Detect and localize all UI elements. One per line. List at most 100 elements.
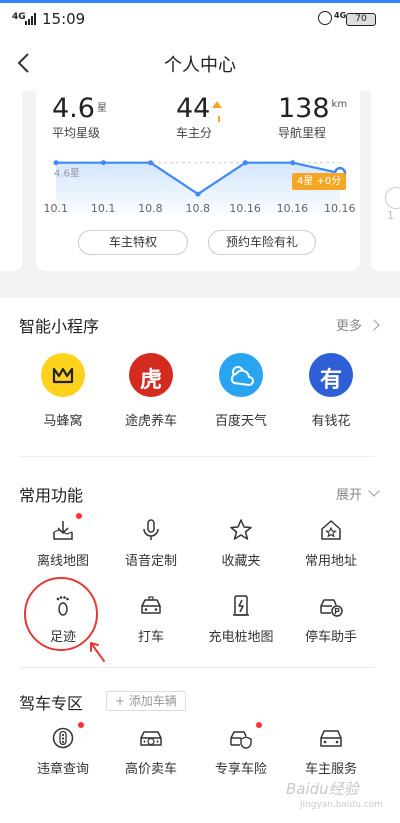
more-label: 更多 — [335, 319, 362, 334]
more-link[interactable]: 更多 — [335, 315, 380, 334]
function-label: 离线地图 — [36, 554, 89, 569]
chart-point — [242, 160, 248, 166]
mini-program-weather[interactable]: 百度天气 — [196, 353, 286, 429]
score-label: 车主分 — [176, 126, 213, 140]
driving-owner-service[interactable]: 车主服务 — [286, 724, 376, 777]
function-favorites[interactable]: 收藏夹 — [196, 516, 286, 569]
function-label: 充电桩地图 — [208, 630, 274, 645]
rating-unit: 星 — [96, 103, 107, 114]
download-map-icon — [53, 521, 73, 540]
function-common-address[interactable]: 常用地址 — [286, 516, 376, 569]
score-stat[interactable]: 44 车主分 — [176, 93, 223, 141]
chart-x-tick-label: 10.8 — [185, 202, 211, 215]
mileage-stat[interactable]: 138 km 导航里程 — [278, 93, 347, 141]
nav-bar: 个人中心 — [0, 35, 400, 91]
driving-stats-card: 4.6 星 平均星级 44 车主分 138 km 导航里程 4.6星 10.1 … — [36, 91, 360, 271]
score-value: 44 — [176, 93, 211, 124]
common-functions-title: 常用功能 — [19, 486, 84, 505]
signal-strength-icon — [25, 13, 39, 25]
chart-point — [195, 191, 201, 197]
function-label: 常用地址 — [304, 554, 357, 569]
function-taxi[interactable]: 打车 — [106, 592, 196, 645]
youqianhua-icon: 有 — [309, 353, 353, 397]
weather-icon — [219, 353, 263, 397]
rating-label: 平均星级 — [52, 126, 101, 140]
chart-x-tick-label: 10.16 — [229, 202, 261, 215]
function-label: 违章查询 — [36, 762, 89, 777]
watermark: Baidu经验 — [286, 780, 359, 798]
section-divider — [19, 456, 375, 457]
insurance-gift-button[interactable]: 预约车险有礼 — [208, 230, 316, 255]
star-icon — [230, 519, 252, 540]
youqianhua-glyph: 有 — [319, 368, 342, 393]
red-dot-badge — [76, 513, 82, 519]
chevron-down-icon — [368, 485, 380, 497]
function-offline-map[interactable]: 离线地图 — [18, 513, 108, 569]
car-price-icon — [140, 731, 162, 746]
function-parking-assistant[interactable]: 停车助手 — [286, 592, 376, 645]
signal-type: 4G — [12, 12, 26, 22]
driving-violation-query[interactable]: 违章查询 — [18, 722, 108, 777]
driving-title: 驾车专区 — [19, 694, 84, 713]
chart-x-tick-label: 10.1 — [43, 202, 69, 215]
mini-program-tuhu[interactable]: 虎 途虎养车 — [106, 353, 196, 429]
charging-pile-icon — [233, 595, 249, 616]
score-up-arrow-stem — [218, 116, 220, 122]
function-label: 高价卖车 — [124, 762, 177, 777]
watermark-url: jingyan.baidu.com — [300, 800, 384, 810]
page-title: 个人中心 — [164, 55, 236, 76]
mini-programs-section: 智能小程序 更多 马蜂窝 虎 途虎养车 百度天气 有 有钱花 — [0, 298, 400, 448]
function-label: 专享车险 — [214, 762, 267, 777]
prev-stat-card[interactable] — [0, 91, 22, 271]
next-stat-card[interactable]: 1 — [371, 91, 400, 271]
annotation-circle — [24, 577, 98, 651]
mileage-unit: km — [331, 99, 348, 110]
car-service-icon — [320, 730, 342, 747]
add-vehicle-button[interactable]: + 添加车辆 — [106, 691, 186, 711]
mini-program-name: 有钱花 — [311, 414, 351, 429]
function-label: 语音定制 — [124, 554, 177, 569]
score-change-tag: 4星 +0分 — [292, 173, 347, 190]
chart-point — [53, 160, 59, 166]
chart-x-tick-label: 10.16 — [324, 202, 356, 215]
mileage-value: 138 — [278, 93, 330, 124]
driving-insurance[interactable]: 专享车险 — [196, 722, 286, 777]
owner-privilege-button[interactable]: 车主特权 — [78, 230, 188, 255]
function-voice-custom[interactable]: 语音定制 — [106, 516, 196, 569]
status-bar: 4G 15:09 4G 70 — [0, 3, 400, 35]
chart-x-tick-label: 10.16 — [276, 202, 309, 215]
chart-point — [100, 160, 106, 166]
function-label: 车主服务 — [304, 762, 357, 777]
rating-value: 4.6 — [52, 93, 95, 124]
mini-program-name: 百度天气 — [214, 414, 267, 429]
mini-program-youqianhua[interactable]: 有 有钱花 — [286, 353, 376, 429]
chart-point — [290, 160, 296, 166]
parking-car-icon — [320, 599, 343, 617]
chart-point — [148, 160, 154, 166]
status-time: 15:09 — [42, 10, 86, 28]
chevron-right-icon — [368, 319, 380, 331]
mini-program-mafengwo[interactable]: 马蜂窝 — [18, 353, 108, 429]
function-label: 收藏夹 — [221, 554, 261, 569]
rating-stat[interactable]: 4.6 星 平均星级 — [52, 93, 107, 141]
function-charging-map[interactable]: 充电桩地图 — [196, 592, 286, 645]
driving-sell-car[interactable]: 高价卖车 — [106, 724, 196, 777]
red-dot-badge — [78, 722, 84, 728]
function-label: 打车 — [137, 630, 164, 645]
mafengwo-icon — [41, 353, 85, 397]
chart-reference-label: 4.6星 — [54, 168, 80, 180]
next-card-digit: 1 — [387, 209, 394, 222]
mileage-label: 导航里程 — [278, 126, 327, 140]
stats-carousel[interactable]: 1 4.6 星 平均星级 44 车主分 138 km 导航里程 4.6星 10.… — [0, 91, 400, 284]
expand-toggle[interactable]: 展开 — [336, 484, 380, 503]
next-card-circle-icon — [385, 187, 400, 209]
traffic-light-icon — [52, 727, 74, 749]
chart-x-tick-label: 10.8 — [138, 202, 163, 215]
microphone-icon — [143, 519, 159, 540]
network-type: 4G — [334, 11, 347, 20]
add-vehicle-label: 添加车辆 — [128, 694, 177, 708]
mini-program-name: 途虎养车 — [124, 414, 177, 429]
chart-x-tick-label: 10.1 — [90, 202, 116, 215]
tuhu-glyph: 虎 — [139, 368, 162, 393]
annotation-arrow-icon — [90, 642, 105, 662]
